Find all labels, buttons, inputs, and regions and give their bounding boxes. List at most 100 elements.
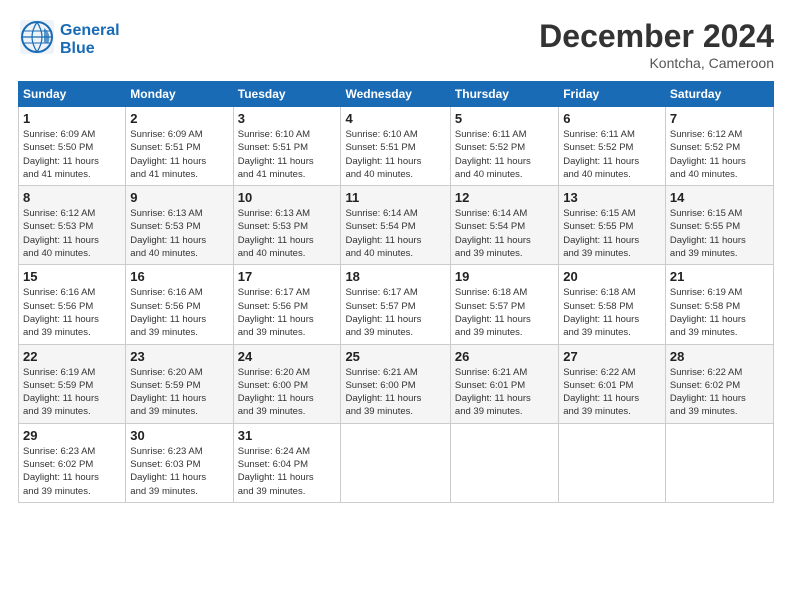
day-number: 19 [455, 269, 554, 284]
calendar-cell: 9Sunrise: 6:13 AMSunset: 5:53 PMDaylight… [126, 186, 233, 265]
calendar: Sunday Monday Tuesday Wednesday Thursday… [18, 81, 774, 503]
day-info: Sunrise: 6:16 AMSunset: 5:56 PMDaylight:… [130, 286, 228, 339]
day-number: 30 [130, 428, 228, 443]
week-row-4: 22 Sunrise: 6:19 AMSunset: 5:59 PMDayligh… [19, 344, 774, 423]
day-info: Sunrise: 6:20 AMSunset: 5:59 PMDaylight:… [130, 366, 228, 419]
day-number: 10 [238, 190, 337, 205]
day-info: Sunrise: 6:17 AMSunset: 5:57 PMDaylight:… [345, 286, 445, 339]
day-number: 18 [345, 269, 445, 284]
day-number: 25 [345, 349, 445, 364]
calendar-cell: 15Sunrise: 6:16 AMSunset: 5:56 PMDayligh… [19, 265, 126, 344]
calendar-cell: 24 Sunrise: 6:20 AMSunset: 6:00 PMDayligh… [233, 344, 341, 423]
day-number: 24 [238, 349, 337, 364]
header-friday: Friday [559, 82, 666, 107]
week-row-2: 8 Sunrise: 6:12 AMSunset: 5:53 PMDaylight… [19, 186, 774, 265]
day-number: 29 [23, 428, 121, 443]
day-number: 16 [130, 269, 228, 284]
calendar-cell [450, 423, 558, 502]
day-number: 22 [23, 349, 121, 364]
calendar-cell: 16 Sunrise: 6:16 AMSunset: 5:56 PMDayligh… [126, 265, 233, 344]
day-number: 2 [130, 111, 228, 126]
calendar-cell [559, 423, 666, 502]
calendar-cell: 6Sunrise: 6:11 AMSunset: 5:52 PMDaylight… [559, 107, 666, 186]
day-number: 3 [238, 111, 337, 126]
day-info: Sunrise: 6:09 AMSunset: 5:50 PMDaylight:… [23, 128, 121, 181]
header-monday: Monday [126, 82, 233, 107]
day-info: Sunrise: 6:11 AMSunset: 5:52 PMDaylight:… [563, 128, 661, 181]
header-thursday: Thursday [450, 82, 558, 107]
day-info: Sunrise: 6:11 AMSunset: 5:52 PMDaylight:… [455, 128, 554, 181]
calendar-cell: 17Sunrise: 6:17 AMSunset: 5:56 PMDayligh… [233, 265, 341, 344]
day-info: Sunrise: 6:23 AMSunset: 6:03 PMDaylight:… [130, 445, 228, 498]
calendar-cell: 31 Sunrise: 6:24 AMSunset: 6:04 PMDayligh… [233, 423, 341, 502]
calendar-cell: 18 Sunrise: 6:17 AMSunset: 5:57 PMDayligh… [341, 265, 450, 344]
day-number: 8 [23, 190, 121, 205]
day-info: Sunrise: 6:24 AMSunset: 6:04 PMDaylight:… [238, 445, 337, 498]
day-info: Sunrise: 6:19 AMSunset: 5:58 PMDaylight:… [670, 286, 769, 339]
day-info: Sunrise: 6:14 AMSunset: 5:54 PMDaylight:… [345, 207, 445, 260]
logo: General Blue [18, 18, 120, 61]
day-number: 5 [455, 111, 554, 126]
day-number: 31 [238, 428, 337, 443]
calendar-cell: 29 Sunrise: 6:23 AMSunset: 6:02 PMDayligh… [19, 423, 126, 502]
calendar-cell: 23 Sunrise: 6:20 AMSunset: 5:59 PMDayligh… [126, 344, 233, 423]
weekday-header-row: Sunday Monday Tuesday Wednesday Thursday… [19, 82, 774, 107]
logo-icon [18, 18, 56, 56]
calendar-cell: 12Sunrise: 6:14 AMSunset: 5:54 PMDayligh… [450, 186, 558, 265]
day-info: Sunrise: 6:20 AMSunset: 6:00 PMDaylight:… [238, 366, 337, 419]
week-row-1: 1 Sunrise: 6:09 AMSunset: 5:50 PMDaylight… [19, 107, 774, 186]
title-block: December 2024 Kontcha, Cameroon [539, 18, 774, 71]
calendar-cell: 13Sunrise: 6:15 AMSunset: 5:55 PMDayligh… [559, 186, 666, 265]
location: Kontcha, Cameroon [539, 55, 774, 71]
calendar-cell: 25 Sunrise: 6:21 AMSunset: 6:00 PMDayligh… [341, 344, 450, 423]
day-number: 20 [563, 269, 661, 284]
day-number: 17 [238, 269, 337, 284]
calendar-cell [341, 423, 450, 502]
calendar-cell: 10 Sunrise: 6:13 AMSunset: 5:53 PMDayligh… [233, 186, 341, 265]
day-info: Sunrise: 6:19 AMSunset: 5:59 PMDaylight:… [23, 366, 121, 419]
day-number: 1 [23, 111, 121, 126]
logo-line1: General [60, 22, 120, 40]
day-info: Sunrise: 6:10 AMSunset: 5:51 PMDaylight:… [345, 128, 445, 181]
day-info: Sunrise: 6:23 AMSunset: 6:02 PMDaylight:… [23, 445, 121, 498]
calendar-cell: 3 Sunrise: 6:10 AMSunset: 5:51 PMDaylight… [233, 107, 341, 186]
calendar-cell: 1 Sunrise: 6:09 AMSunset: 5:50 PMDaylight… [19, 107, 126, 186]
day-number: 21 [670, 269, 769, 284]
day-info: Sunrise: 6:22 AMSunset: 6:02 PMDaylight:… [670, 366, 769, 419]
calendar-cell [665, 423, 773, 502]
calendar-cell: 21 Sunrise: 6:19 AMSunset: 5:58 PMDayligh… [665, 265, 773, 344]
day-number: 14 [670, 190, 769, 205]
calendar-cell: 19 Sunrise: 6:18 AMSunset: 5:57 PMDayligh… [450, 265, 558, 344]
header: General Blue December 2024 Kontcha, Came… [18, 18, 774, 71]
calendar-cell: 27 Sunrise: 6:22 AMSunset: 6:01 PMDayligh… [559, 344, 666, 423]
week-row-5: 29 Sunrise: 6:23 AMSunset: 6:02 PMDayligh… [19, 423, 774, 502]
day-info: Sunrise: 6:22 AMSunset: 6:01 PMDaylight:… [563, 366, 661, 419]
calendar-cell: 26Sunrise: 6:21 AMSunset: 6:01 PMDayligh… [450, 344, 558, 423]
day-info: Sunrise: 6:13 AMSunset: 5:53 PMDaylight:… [238, 207, 337, 260]
calendar-cell: 5 Sunrise: 6:11 AMSunset: 5:52 PMDaylight… [450, 107, 558, 186]
logo-line2: Blue [60, 40, 120, 58]
calendar-cell: 7Sunrise: 6:12 AMSunset: 5:52 PMDaylight… [665, 107, 773, 186]
calendar-cell: 30 Sunrise: 6:23 AMSunset: 6:03 PMDayligh… [126, 423, 233, 502]
header-saturday: Saturday [665, 82, 773, 107]
header-sunday: Sunday [19, 82, 126, 107]
calendar-cell: 20 Sunrise: 6:18 AMSunset: 5:58 PMDayligh… [559, 265, 666, 344]
calendar-cell: 4 Sunrise: 6:10 AMSunset: 5:51 PMDaylight… [341, 107, 450, 186]
day-number: 13 [563, 190, 661, 205]
calendar-cell: 2 Sunrise: 6:09 AMSunset: 5:51 PMDaylight… [126, 107, 233, 186]
day-info: Sunrise: 6:10 AMSunset: 5:51 PMDaylight:… [238, 128, 337, 181]
header-tuesday: Tuesday [233, 82, 341, 107]
calendar-cell: 8 Sunrise: 6:12 AMSunset: 5:53 PMDaylight… [19, 186, 126, 265]
day-info: Sunrise: 6:09 AMSunset: 5:51 PMDaylight:… [130, 128, 228, 181]
day-info: Sunrise: 6:12 AMSunset: 5:53 PMDaylight:… [23, 207, 121, 260]
day-info: Sunrise: 6:21 AMSunset: 6:00 PMDaylight:… [345, 366, 445, 419]
day-number: 9 [130, 190, 228, 205]
day-number: 27 [563, 349, 661, 364]
day-number: 4 [345, 111, 445, 126]
day-number: 26 [455, 349, 554, 364]
day-info: Sunrise: 6:18 AMSunset: 5:57 PMDaylight:… [455, 286, 554, 339]
day-number: 12 [455, 190, 554, 205]
day-info: Sunrise: 6:18 AMSunset: 5:58 PMDaylight:… [563, 286, 661, 339]
day-number: 23 [130, 349, 228, 364]
day-number: 7 [670, 111, 769, 126]
